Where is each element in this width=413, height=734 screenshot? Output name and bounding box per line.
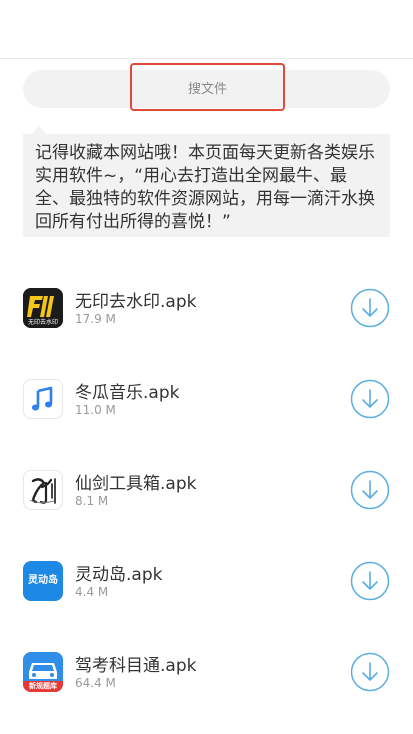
download-icon[interactable] xyxy=(350,470,390,510)
watermark-app-icon: 无印去水印 xyxy=(23,288,63,328)
notice-box: 记得收藏本网站哦！本页面每天更新各类娱乐实用软件~，“用心去打造出全网最牛、最全… xyxy=(23,134,390,237)
notice-text: 记得收藏本网站哦！本页面每天更新各类娱乐实用软件~，“用心去打造出全网最牛、最全… xyxy=(35,143,375,232)
file-name: 无印去水印.apk xyxy=(75,292,197,312)
file-name: 灵动岛.apk xyxy=(75,565,163,585)
sword-calligraphy-icon xyxy=(23,470,63,510)
file-name: 驾考科目通.apk xyxy=(75,656,197,676)
file-list: 无印去水印 无印去水印.apk 17.9 M 冬瓜音乐.apk 11.0 M 仙… xyxy=(0,263,413,718)
download-icon[interactable] xyxy=(350,288,390,328)
driving-test-icon: 新规题库 xyxy=(23,652,63,692)
list-item[interactable]: 无印去水印 无印去水印.apk 17.9 M xyxy=(0,263,413,354)
search-placeholder: 搜文件 xyxy=(187,81,227,97)
file-size: 8.1 M xyxy=(75,494,109,508)
file-size: 4.4 M xyxy=(75,585,109,599)
top-divider xyxy=(0,58,413,59)
driving-icon-text: 新规题库 xyxy=(29,682,57,690)
music-note-icon xyxy=(23,379,63,419)
download-icon[interactable] xyxy=(350,379,390,419)
file-name: 仙剑工具箱.apk xyxy=(75,474,197,494)
search-input[interactable]: 搜文件 xyxy=(130,63,285,111)
island-icon-text: 灵动岛 xyxy=(28,575,58,586)
dynamic-island-icon: 灵动岛 xyxy=(23,561,63,601)
file-size: 64.4 M xyxy=(75,676,116,690)
download-icon[interactable] xyxy=(350,561,390,601)
file-size: 17.9 M xyxy=(75,312,116,326)
download-icon[interactable] xyxy=(350,652,390,692)
list-item[interactable]: 新规题库 驾考科目通.apk 64.4 M xyxy=(0,627,413,718)
list-item[interactable]: 仙剑工具箱.apk 8.1 M xyxy=(0,445,413,536)
list-item[interactable]: 冬瓜音乐.apk 11.0 M xyxy=(0,354,413,445)
file-download-page: 搜文件 记得收藏本网站哦！本页面每天更新各类娱乐实用软件~，“用心去打造出全网最… xyxy=(0,0,413,734)
list-item[interactable]: 灵动岛 灵动岛.apk 4.4 M xyxy=(0,536,413,627)
file-size: 11.0 M xyxy=(75,403,116,417)
file-name: 冬瓜音乐.apk xyxy=(75,383,180,403)
watermark-icon-text: 无印去水印 xyxy=(27,319,58,326)
